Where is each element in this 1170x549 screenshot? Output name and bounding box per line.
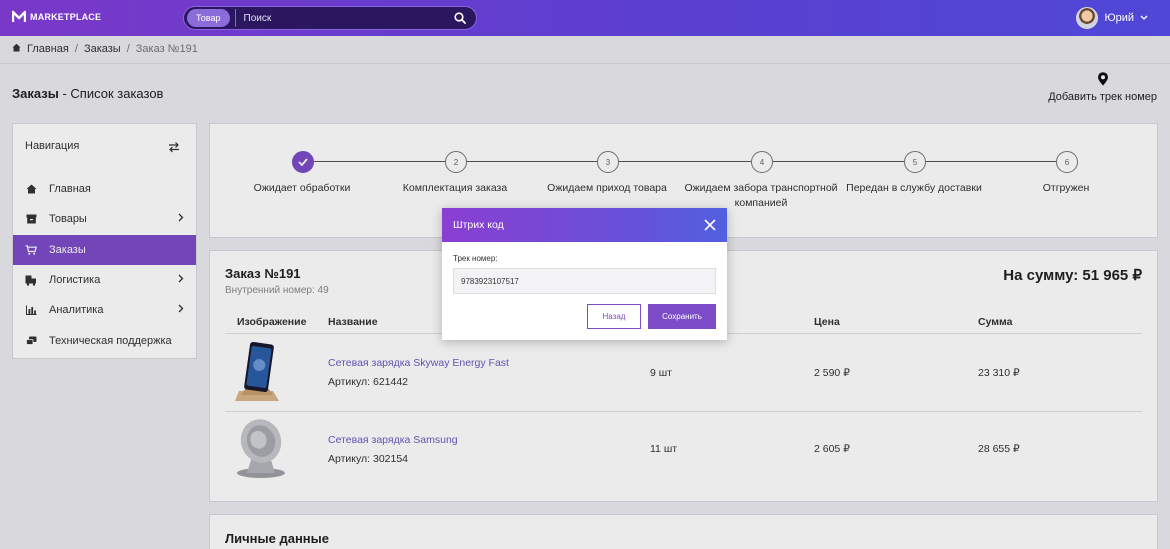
close-icon[interactable] bbox=[703, 218, 717, 232]
track-number-input[interactable] bbox=[453, 268, 716, 294]
user-menu[interactable]: Юрий bbox=[1076, 7, 1148, 29]
top-bar: MARKETPLACE Товар Юрий bbox=[0, 0, 1170, 36]
barcode-modal: Штрих код Трек номер: Назад Сохранить bbox=[442, 208, 727, 340]
logo-text: MARKETPLACE bbox=[30, 12, 102, 22]
search-category-chip[interactable]: Товар bbox=[187, 9, 230, 27]
modal-header: Штрих код bbox=[442, 208, 727, 242]
chevron-down-icon bbox=[1140, 12, 1148, 24]
search-input[interactable] bbox=[235, 12, 448, 24]
user-name: Юрий bbox=[1104, 12, 1134, 24]
avatar bbox=[1076, 7, 1099, 29]
logo-icon bbox=[12, 10, 26, 24]
logo[interactable]: MARKETPLACE bbox=[12, 10, 101, 24]
save-button[interactable]: Сохранить bbox=[648, 304, 716, 329]
search-icon[interactable] bbox=[448, 6, 472, 30]
search-bar: Товар bbox=[183, 6, 477, 30]
modal-title: Штрих код bbox=[453, 219, 504, 231]
back-button[interactable]: Назад bbox=[587, 304, 641, 329]
track-number-label: Трек номер: bbox=[453, 254, 498, 263]
